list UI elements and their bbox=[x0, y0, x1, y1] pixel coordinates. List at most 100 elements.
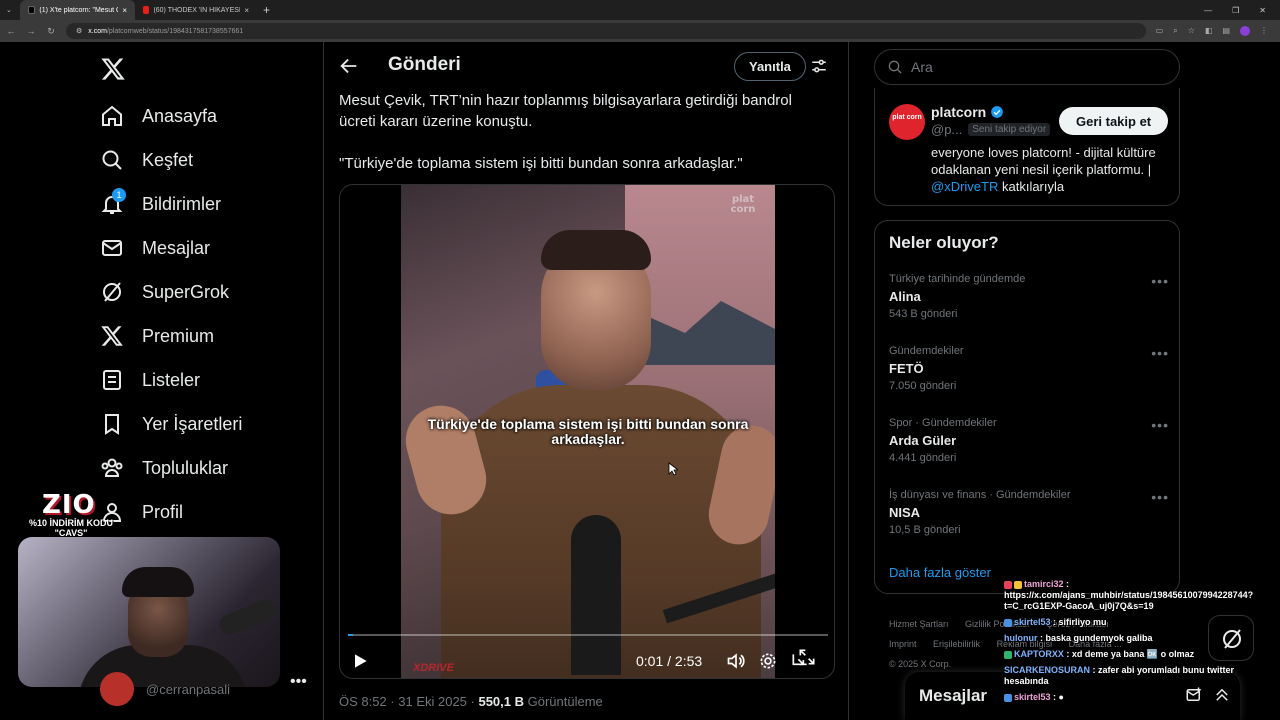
back-icon[interactable]: ← bbox=[6, 26, 16, 36]
video-time: 0:01 / 2:53 bbox=[636, 653, 703, 669]
trend-item[interactable]: İş dünyası ve finans · Gündemdekiler NIS… bbox=[889, 489, 1169, 549]
chat-message: skirtel53 : sifirliyo mu bbox=[1004, 617, 1274, 628]
zoom-icon[interactable]: ⌕ bbox=[1173, 26, 1177, 36]
tab-menu-button[interactable]: ⌄ bbox=[0, 0, 20, 20]
browser-tab-youtube[interactable]: (60) THODEX 'İN HİKAYESİ - FA... × bbox=[135, 0, 257, 20]
mouse-pointer-icon bbox=[668, 462, 678, 476]
video-frame: Türkiye'de toplama sistem işi bitti bund… bbox=[401, 185, 775, 678]
nav-label: Listeler bbox=[142, 369, 201, 390]
search-bar[interactable]: Ara bbox=[874, 49, 1180, 85]
trend-context: Türkiye tarihinde gündemde bbox=[889, 273, 1026, 285]
search-icon bbox=[102, 150, 122, 170]
x-logo-icon[interactable] bbox=[100, 56, 126, 82]
trend-count: 543 B gönderi bbox=[889, 308, 958, 320]
video-progress-bar[interactable] bbox=[348, 634, 828, 636]
nav-label: Bildirimler bbox=[142, 193, 222, 214]
account-handle[interactable]: @cerranpasali bbox=[146, 682, 230, 697]
platcorn-avatar[interactable]: plat corn bbox=[889, 104, 925, 140]
chat-username: KAPTORXX bbox=[1014, 649, 1064, 659]
nav-item-messages[interactable]: Mesajlar bbox=[100, 230, 210, 266]
sliders-icon[interactable] bbox=[810, 57, 828, 75]
site-info-icon[interactable]: ⚙ bbox=[76, 27, 82, 35]
chat-message: KAPTORXX : xd deme ya bana 🆗 o olmaz bbox=[1004, 649, 1274, 660]
cast-icon[interactable]: ▭ bbox=[1156, 26, 1164, 36]
forward-icon[interactable]: → bbox=[26, 26, 36, 36]
minimize-icon[interactable]: — bbox=[1204, 6, 1212, 15]
maximize-icon[interactable]: ❐ bbox=[1232, 6, 1239, 15]
browser-tabbar: ⌄ (1) X'te platcorn: "Mesut Ç... × (60) … bbox=[0, 0, 1280, 20]
follows-you-badge: Seni takip ediyor bbox=[968, 123, 1051, 136]
more-options-icon[interactable]: ••• bbox=[1151, 417, 1169, 433]
bookmark-star-icon[interactable]: ☆ bbox=[1188, 26, 1195, 36]
messages-drawer-title: Mesajlar bbox=[919, 686, 988, 705]
nav-item-bookmarks[interactable]: Yer İşaretleri bbox=[100, 406, 242, 442]
x-favicon-icon bbox=[28, 6, 36, 14]
reply-button[interactable]: Yanıtla bbox=[734, 52, 806, 81]
chat-message: tamirci32 : https://x.com/ajans_muhbir/s… bbox=[1004, 579, 1274, 612]
notification-count-badge: 1 bbox=[112, 188, 126, 202]
sponsor-logo: ZIO bbox=[42, 490, 96, 520]
close-tab-icon[interactable]: × bbox=[244, 6, 249, 15]
chat-badge-icon bbox=[1014, 580, 1022, 589]
nav-item-explore[interactable]: Keşfet bbox=[100, 142, 193, 178]
follow-back-button[interactable]: Geri takip et bbox=[1059, 107, 1169, 135]
nav-label: Keşfet bbox=[142, 149, 194, 170]
gear-icon[interactable] bbox=[758, 651, 778, 671]
account-avatar[interactable] bbox=[100, 672, 134, 706]
grok-icon bbox=[103, 282, 121, 302]
reload-icon[interactable]: ↻ bbox=[46, 26, 56, 37]
close-tab-icon[interactable]: × bbox=[122, 6, 127, 15]
show-more-link[interactable]: Daha fazla göster bbox=[889, 565, 991, 580]
nav-item-communities[interactable]: Topluluklar bbox=[100, 450, 228, 486]
video-controls: 0:01 / 2:53 bbox=[340, 647, 834, 677]
profile-bio: everyone loves platcorn! - dijital kültü… bbox=[931, 144, 1171, 195]
profile-bio-mention[interactable]: @xDriveTR bbox=[931, 179, 998, 194]
trend-name: FETÖ bbox=[889, 361, 924, 376]
address-bar: ← → ↻ ⚙ x.com/platcornweb/status/1984317… bbox=[0, 20, 1280, 42]
nav-item-supergrok[interactable]: SuperGrok bbox=[100, 274, 229, 310]
trend-item[interactable]: Gündemdekiler FETÖ 7.050 gönderi ••• bbox=[889, 345, 1169, 405]
nav-label: Mesajlar bbox=[142, 237, 211, 258]
chat-username: skirtel53 bbox=[1014, 617, 1051, 627]
video-player[interactable]: Türkiye'de toplama sistem işi bitti bund… bbox=[339, 184, 835, 679]
footer-link[interactable]: Imprint bbox=[889, 639, 917, 649]
nav-item-home[interactable]: Anasayfa bbox=[100, 98, 217, 134]
more-options-icon[interactable]: ••• bbox=[1151, 273, 1169, 289]
chat-username: skirtel53 bbox=[1014, 692, 1051, 702]
back-arrow-icon[interactable] bbox=[338, 55, 360, 77]
new-tab-button[interactable]: + bbox=[257, 3, 276, 17]
nav-item-premium[interactable]: Premium bbox=[100, 318, 214, 354]
post-timestamp[interactable]: ÖS 8:52 · 31 Eki 2025 · bbox=[339, 694, 478, 709]
browser-profile-avatar[interactable] bbox=[1240, 26, 1250, 36]
browser-menu-icon[interactable]: ⋮ bbox=[1260, 26, 1268, 36]
footer-link[interactable]: Erişilebilirlik bbox=[933, 639, 980, 649]
more-options-icon[interactable]: ••• bbox=[1151, 489, 1169, 505]
browser-tab-x[interactable]: (1) X'te platcorn: "Mesut Ç... × bbox=[20, 0, 135, 20]
trend-item[interactable]: Türkiye tarihinde gündemde Alina 543 B g… bbox=[889, 273, 1169, 333]
volume-icon[interactable] bbox=[726, 651, 746, 671]
account-more-icon[interactable]: ••• bbox=[290, 673, 307, 691]
browser-tab-label: (1) X'te platcorn: "Mesut Ç... bbox=[39, 6, 119, 14]
profile-card: plat corn platcorn @p... Seni takip ediy… bbox=[874, 88, 1180, 206]
profile-bio-text: everyone loves platcorn! - dijital kültü… bbox=[931, 145, 1156, 177]
profile-card-name[interactable]: platcorn bbox=[931, 104, 1004, 120]
extensions-icon[interactable]: ◧ bbox=[1205, 26, 1213, 36]
search-input[interactable]: Ara bbox=[911, 59, 933, 75]
url-path: /platcornweb/status/1984317581738557661 bbox=[106, 27, 244, 35]
webcam-person-hair bbox=[122, 567, 194, 597]
chat-text: : baska gundemyok galiba bbox=[1037, 633, 1153, 643]
footer-link[interactable]: Hizmet Şartları bbox=[889, 619, 949, 629]
chat-message: skirtel53 : ● bbox=[1004, 692, 1274, 703]
nav-item-lists[interactable]: Listeler bbox=[100, 362, 200, 398]
play-icon[interactable] bbox=[350, 651, 370, 671]
browser-tab-label: (60) THODEX 'İN HİKAYESİ - FA... bbox=[153, 6, 241, 14]
browser-toolbar: ▭ ⌕ ☆ ◧ ▤ ⋮ bbox=[1156, 26, 1274, 36]
youtube-favicon-icon bbox=[143, 6, 150, 14]
post-text-quote: "Türkiye'de toplama sistem işi bitti bun… bbox=[339, 155, 743, 172]
more-options-icon[interactable]: ••• bbox=[1151, 345, 1169, 361]
trend-item[interactable]: Spor · Gündemdekiler Arda Güler 4.441 gö… bbox=[889, 417, 1169, 477]
url-field[interactable]: ⚙ x.com/platcornweb/status/1984317581738… bbox=[66, 23, 1146, 39]
sidebar-icon[interactable]: ▤ bbox=[1222, 26, 1230, 36]
window-close-icon[interactable]: ✕ bbox=[1259, 6, 1266, 15]
fullscreen-icon[interactable] bbox=[797, 647, 817, 667]
